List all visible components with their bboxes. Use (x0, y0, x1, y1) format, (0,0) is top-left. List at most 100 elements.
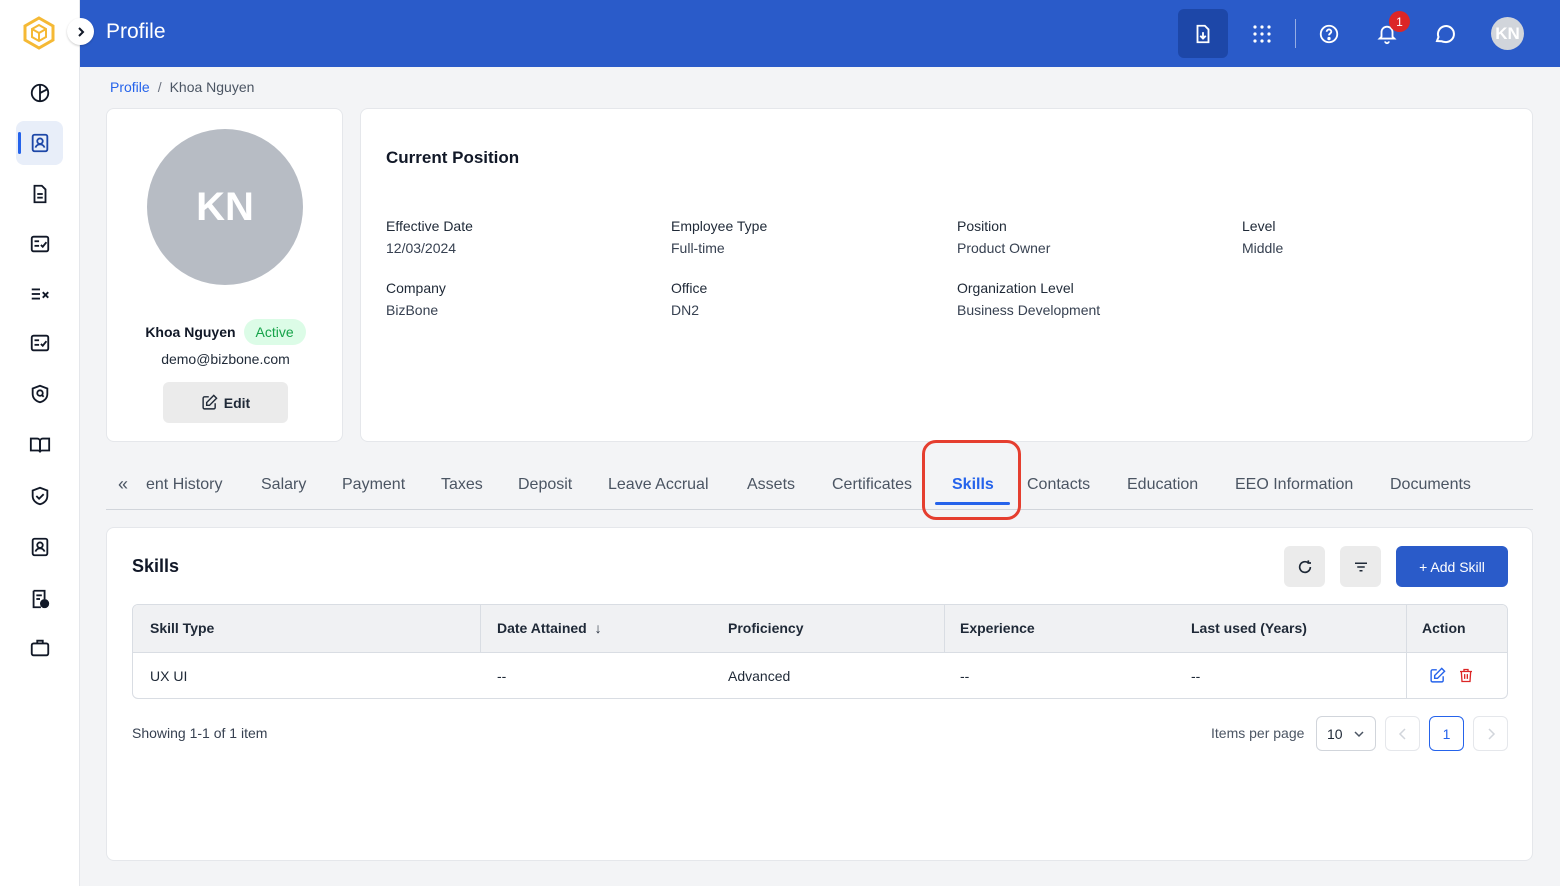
sort-desc-icon[interactable]: ↓ (595, 620, 602, 636)
chevron-down-icon (1354, 730, 1364, 737)
field-value: Full-time (671, 240, 725, 256)
edit-icon (202, 394, 218, 410)
refresh-icon (1298, 559, 1311, 573)
help-button[interactable] (1304, 9, 1354, 58)
profile-email: demo@bizbone.com (161, 351, 290, 367)
chat-icon (1435, 24, 1455, 43)
status-badge: Active (243, 319, 306, 345)
page-title: Profile (106, 20, 166, 43)
user-avatar[interactable]: KN (1491, 17, 1524, 50)
field-label: Organization Level (957, 280, 1074, 296)
tab-assets[interactable]: Assets (747, 476, 795, 494)
trash-icon (1460, 668, 1472, 683)
sidebar-item-handbook[interactable] (16, 423, 63, 467)
profile-tabs: « ent History Salary Payment Taxes Depos… (106, 462, 1533, 510)
field-effective-date: Effective Date 12/03/2024 (386, 218, 473, 256)
sidebar-item-compliance[interactable] (16, 474, 63, 518)
items-per-page-label: Items per page (1211, 725, 1305, 741)
sidebar-item-dashboard[interactable] (16, 71, 63, 115)
tab-salary[interactable]: Salary (261, 476, 306, 494)
cell-last-used: -- (1191, 668, 1201, 684)
refresh-button[interactable] (1284, 546, 1325, 587)
next-page-button[interactable] (1473, 716, 1508, 751)
column-experience[interactable]: Experience (960, 620, 1035, 636)
column-divider (944, 605, 945, 653)
field-label: Company (386, 280, 446, 296)
cell-experience: -- (960, 668, 970, 684)
tab-deposit[interactable]: Deposit (518, 476, 572, 494)
field-value: Business Development (957, 302, 1101, 318)
tab-documents[interactable]: Documents (1390, 476, 1471, 494)
tab-leave-accrual[interactable]: Leave Accrual (608, 476, 709, 494)
edit-icon (1430, 667, 1446, 683)
sidebar-item-security[interactable] (16, 372, 63, 416)
sidebar-item-checklist[interactable] (16, 222, 63, 266)
field-office: Office DN2 (671, 280, 707, 318)
field-position: Position Product Owner (957, 218, 1050, 256)
pagination-summary: Showing 1-1 of 1 item (132, 725, 268, 741)
field-label: Position (957, 218, 1007, 234)
download-button[interactable] (1178, 9, 1228, 58)
field-value: BizBone (386, 302, 439, 318)
column-divider (480, 605, 481, 653)
field-label: Employee Type (671, 218, 768, 234)
contact-card-icon (31, 537, 48, 557)
tabs-scroll-left-button[interactable]: « (118, 474, 128, 495)
edit-profile-button[interactable]: Edit (163, 382, 288, 423)
expand-sidebar-button[interactable] (67, 18, 94, 45)
document-check-icon (32, 589, 49, 609)
sidebar-item-contacts[interactable] (16, 525, 63, 569)
tab-payment[interactable]: Payment (342, 476, 405, 494)
add-skill-button[interactable]: + Add Skill (1396, 546, 1508, 587)
sidebar-item-approvals[interactable] (16, 577, 63, 621)
chevron-right-icon (77, 26, 84, 37)
breadcrumb-separator: / (157, 79, 162, 95)
tab-education[interactable]: Education (1127, 476, 1198, 494)
sidebar-item-documents[interactable] (16, 172, 63, 216)
edit-button-label: Edit (223, 394, 251, 411)
tab-taxes[interactable]: Taxes (441, 476, 483, 494)
tab-certificates[interactable]: Certificates (832, 476, 912, 494)
sidebar (0, 0, 80, 886)
bizbone-logo-icon[interactable] (22, 16, 56, 50)
breadcrumb: Profile / Khoa Nguyen (110, 79, 254, 95)
tab-eeo-information[interactable]: EEO Information (1235, 476, 1353, 494)
column-date-attained-label: Date Attained (497, 620, 587, 636)
sidebar-item-profile[interactable] (16, 121, 63, 165)
task-list-icon (31, 288, 49, 300)
column-date-attained[interactable]: Date Attained ↓ (497, 620, 602, 636)
column-skill-type[interactable]: Skill Type (150, 620, 214, 636)
skills-tab-highlight (922, 440, 1021, 520)
chat-button[interactable] (1420, 9, 1470, 58)
tab-contacts[interactable]: Contacts (1027, 476, 1090, 494)
edit-row-button[interactable] (1429, 667, 1446, 689)
field-value: 12/03/2024 (386, 240, 457, 256)
sidebar-item-tasks[interactable] (16, 272, 63, 316)
download-icon (1196, 24, 1210, 43)
skills-card: Skills + Add Skill Skill Type Date Attai… (106, 527, 1533, 861)
shield-check-icon (31, 486, 48, 506)
items-per-page-select[interactable]: 10 (1316, 716, 1376, 751)
sidebar-item-jobs[interactable] (16, 626, 63, 670)
apps-button[interactable] (1237, 9, 1287, 58)
notification-badge: 1 (1389, 11, 1410, 32)
page-button-1[interactable]: 1 (1429, 716, 1464, 751)
field-value: Middle (1242, 240, 1284, 256)
column-last-used[interactable]: Last used (Years) (1191, 620, 1307, 636)
field-label: Effective Date (386, 218, 473, 234)
current-position-card: Current Position Effective Date 12/03/20… (360, 108, 1533, 442)
field-value: DN2 (671, 302, 700, 318)
column-proficiency[interactable]: Proficiency (728, 620, 803, 636)
profile-avatar: KN (147, 129, 303, 285)
help-icon (1319, 24, 1339, 43)
breadcrumb-profile-link[interactable]: Profile (110, 79, 150, 95)
delete-row-button[interactable] (1458, 667, 1474, 689)
tab-employment-history[interactable]: ent History (146, 476, 222, 494)
field-label: Level (1242, 218, 1276, 234)
skills-title: Skills (132, 556, 180, 576)
prev-page-button[interactable] (1385, 716, 1420, 751)
filter-button[interactable] (1340, 546, 1381, 587)
sidebar-item-reviews[interactable] (16, 321, 63, 365)
profile-name: Khoa Nguyen (145, 324, 236, 340)
items-per-page-value: 10 (1327, 725, 1343, 742)
